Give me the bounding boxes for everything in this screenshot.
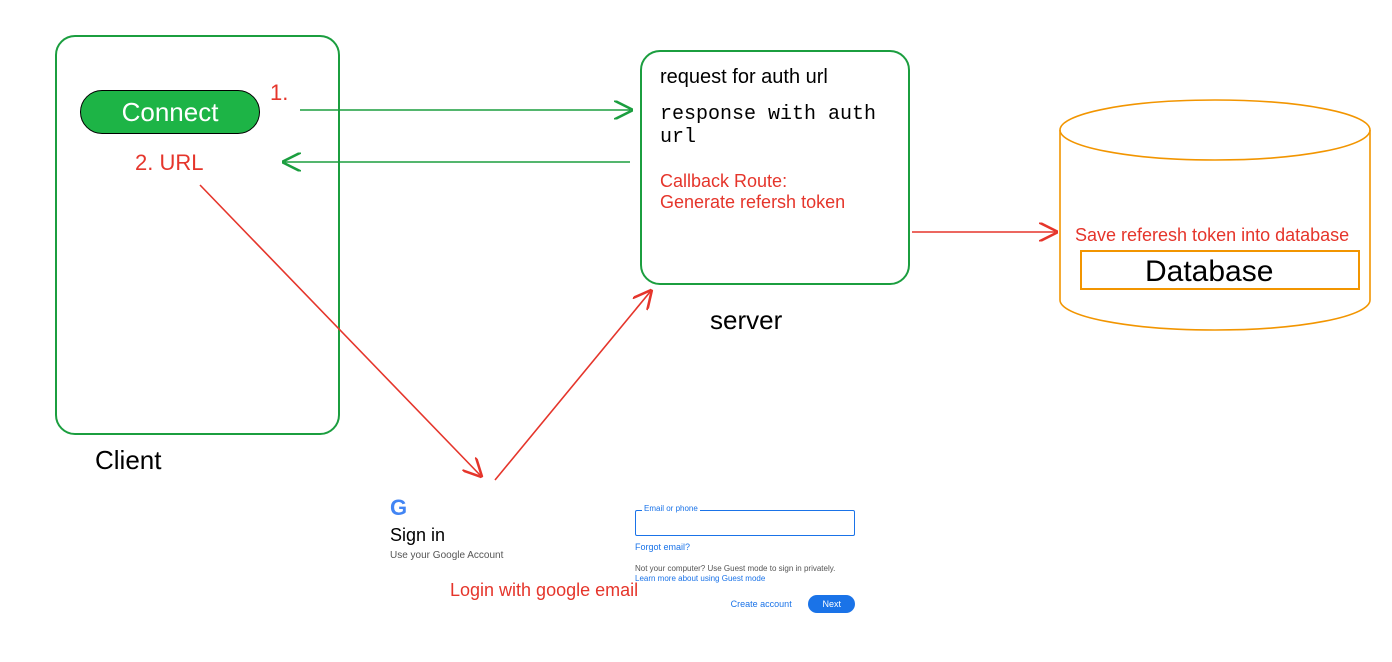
- server-box: request for auth url response with auth …: [640, 50, 910, 285]
- server-response-line: response with auth url: [660, 103, 890, 149]
- server-request-line: request for auth url: [660, 66, 890, 89]
- diagram-stage: Connect 1. 2. URL Client request for aut…: [0, 0, 1392, 662]
- google-form: Email or phone Forgot email? Not your co…: [635, 510, 855, 613]
- google-guest-note: Not your computer? Use Guest mode to sig…: [635, 564, 855, 585]
- step-1-label: 1.: [270, 80, 288, 106]
- server-callback-action: Generate refersh token: [660, 192, 890, 213]
- google-email-label: Email or phone: [642, 504, 700, 513]
- database-label: Database: [1145, 255, 1273, 289]
- google-guest-link[interactable]: Learn more about using Guest mode: [635, 574, 765, 583]
- google-email-field[interactable]: Email or phone: [635, 510, 855, 536]
- google-create-account-link[interactable]: Create account: [731, 599, 792, 609]
- database-save-text: Save referesh token into database: [1075, 225, 1349, 246]
- connect-button[interactable]: Connect: [80, 90, 260, 134]
- google-forgot-link[interactable]: Forgot email?: [635, 542, 855, 552]
- google-next-button[interactable]: Next: [808, 595, 855, 613]
- client-label: Client: [95, 445, 161, 476]
- server-label: server: [710, 305, 782, 336]
- server-callback-title: Callback Route:: [660, 171, 890, 192]
- step-2-label: 2. URL: [135, 150, 203, 176]
- google-login-caption: Login with google email: [450, 580, 638, 601]
